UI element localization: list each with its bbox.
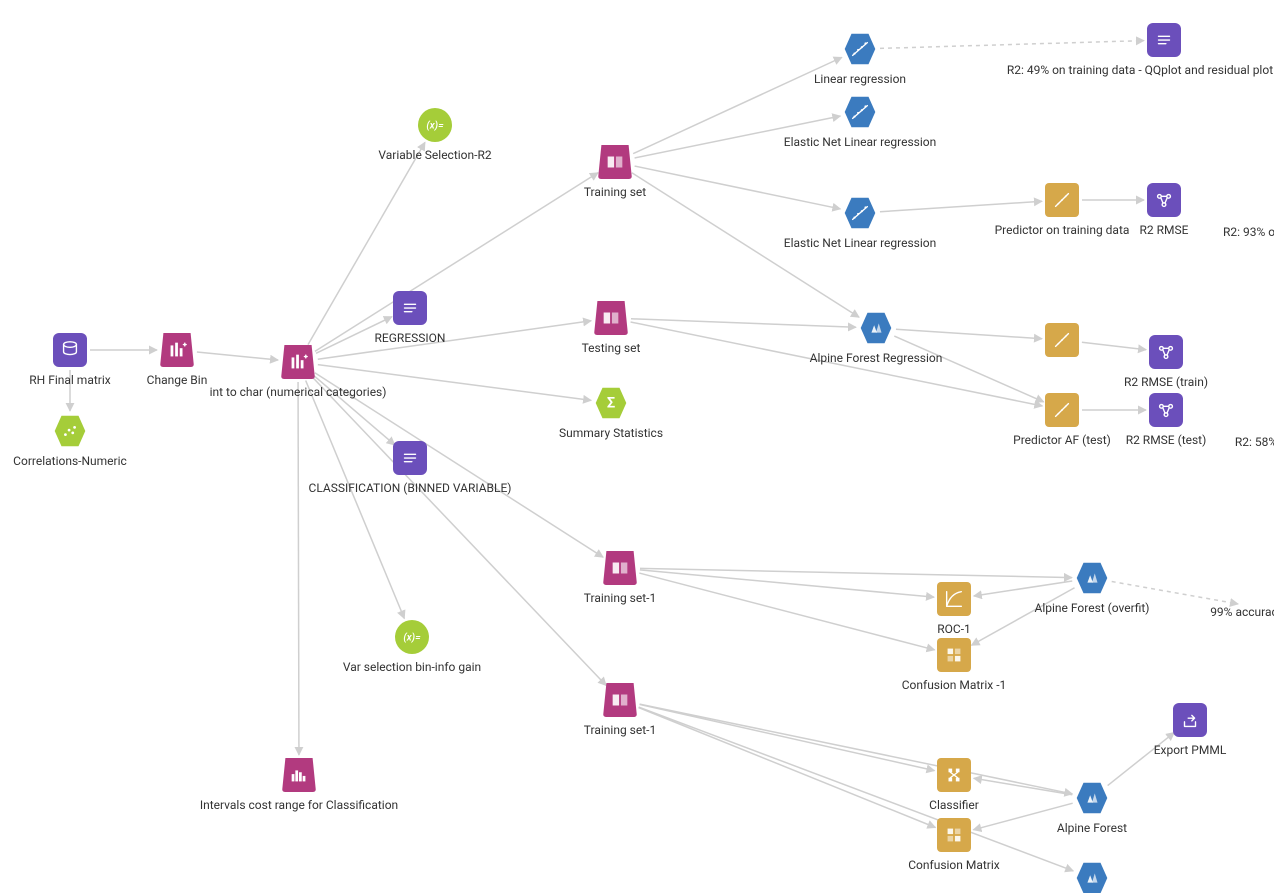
node-label: Var selection bin-info gain — [343, 660, 481, 674]
node-label: Elastic Net Linear regression — [784, 135, 936, 149]
node-label: R2: 58% — [1235, 435, 1274, 449]
node-training-set-1b[interactable]: Training set-1 — [520, 683, 720, 737]
forest-icon — [859, 311, 893, 345]
svg-text:(x)=: (x)= — [403, 632, 421, 644]
node-label: Classifier — [929, 798, 979, 812]
node-export-pmml[interactable]: Export PMML — [1090, 703, 1274, 757]
bars-icon — [160, 333, 194, 367]
bars-icon — [281, 345, 315, 379]
split-icon — [594, 301, 628, 335]
node-label: ROC-1 — [937, 622, 971, 636]
node-classification[interactable]: CLASSIFICATION (BINNED VARIABLE) — [310, 441, 510, 495]
graph-icon — [1149, 393, 1183, 427]
workflow-canvas[interactable]: RH Final matrixCorrelations-NumericChang… — [0, 0, 1274, 893]
note-icon — [393, 291, 427, 325]
node-var-selection-bin[interactable]: (x)= Var selection bin-info gain — [312, 620, 512, 674]
node-alpine-forest-extra[interactable] — [992, 861, 1192, 893]
conf-icon — [937, 638, 971, 672]
svg-text:(x)=: (x)= — [426, 120, 444, 132]
graph-icon — [1147, 183, 1181, 217]
node-training-set-1a[interactable]: Training set-1 — [520, 551, 720, 605]
split-icon — [603, 683, 637, 717]
node-label: 99% accurac — [1210, 605, 1274, 619]
node-regression[interactable]: REGRESSION — [310, 291, 510, 345]
node-label: R2: 49% on training data - QQplot and re… — [1007, 63, 1274, 77]
node-label: Alpine Forest (overfit) — [1035, 601, 1150, 615]
node-summary-statistics[interactable]: Σ Summary Statistics — [511, 386, 711, 440]
node-note-r2-93[interactable]: R2: 93% o — [1149, 219, 1274, 239]
node-label: R2 RMSE (train) — [1124, 375, 1208, 389]
fx-icon: (x)= — [418, 108, 452, 142]
node-label: Confusion Matrix — [908, 858, 1000, 872]
fx-icon: (x)= — [395, 620, 429, 654]
class-icon — [937, 758, 971, 792]
node-elastic-net-1[interactable]: Elastic Net Linear regression — [760, 95, 960, 149]
node-label: Training set — [584, 185, 646, 199]
node-label: CLASSIFICATION (BINNED VARIABLE) — [309, 481, 512, 495]
node-confusion-matrix-1[interactable]: Confusion Matrix -1 — [854, 638, 1054, 692]
node-label: Intervals cost range for Classification — [200, 798, 398, 812]
graph-icon — [1149, 335, 1183, 369]
node-label: Training set-1 — [584, 723, 656, 737]
lreg-icon — [843, 32, 877, 66]
split-icon — [603, 551, 637, 585]
forest-icon — [1075, 781, 1109, 815]
node-testing-set[interactable]: Testing set — [511, 301, 711, 355]
note-icon — [1147, 23, 1181, 57]
node-label: Elastic Net Linear regression — [784, 236, 936, 250]
hist-icon — [282, 758, 316, 792]
node-variable-selection-r2[interactable]: (x)= Variable Selection-R2 — [335, 108, 535, 162]
forest-icon — [1075, 861, 1109, 893]
sigma-icon: Σ — [594, 386, 628, 420]
node-label: Alpine Forest Regression — [810, 351, 943, 365]
node-elastic-net-2[interactable]: Elastic Net Linear regression — [760, 196, 960, 250]
node-correlations-numeric[interactable]: Correlations-Numeric — [0, 414, 170, 468]
node-alpine-forest[interactable]: Alpine Forest — [992, 781, 1192, 835]
split-icon — [598, 145, 632, 179]
edge — [306, 380, 405, 618]
node-note-r2-49[interactable]: R2: 49% on training data - QQplot and re… — [1064, 23, 1264, 77]
conf-icon — [937, 818, 971, 852]
node-label: Alpine Forest — [1057, 821, 1127, 835]
node-label: Confusion Matrix -1 — [902, 678, 1007, 692]
node-label: int to char (numerical categories) — [210, 385, 387, 399]
node-note-r2-58[interactable]: R2: 58% — [1156, 429, 1274, 449]
export-icon — [1173, 703, 1207, 737]
node-label: REGRESSION — [375, 331, 446, 345]
roc-icon — [937, 582, 971, 616]
note-icon — [393, 441, 427, 475]
node-label: Correlations-Numeric — [13, 454, 127, 468]
node-int-to-char[interactable]: int to char (numerical categories) — [198, 345, 398, 399]
forest-icon — [1075, 561, 1109, 595]
node-label: Export PMML — [1154, 743, 1227, 757]
node-training-set[interactable]: Training set — [515, 145, 715, 199]
node-intervals-cost-range[interactable]: Intervals cost range for Classification — [199, 758, 399, 812]
node-note-99-acc[interactable]: 99% accurac — [1144, 599, 1274, 619]
edge — [298, 382, 299, 755]
lreg-icon — [843, 196, 877, 230]
node-r2-rmse-train[interactable]: R2 RMSE (train) — [1066, 335, 1266, 389]
lreg-icon — [843, 95, 877, 129]
node-label: Linear regression — [814, 72, 906, 86]
node-label: Variable Selection-R2 — [378, 148, 491, 162]
node-alpine-forest-reg[interactable]: Alpine Forest Regression — [776, 311, 976, 365]
svg-text:Σ: Σ — [607, 394, 615, 412]
node-linear-regression[interactable]: Linear regression — [760, 32, 960, 86]
scatter-icon — [53, 414, 87, 448]
node-label: R2: 93% o — [1223, 225, 1274, 239]
node-label: Training set-1 — [584, 591, 656, 605]
node-label: Summary Statistics — [559, 426, 663, 440]
node-label: Testing set — [582, 341, 641, 355]
